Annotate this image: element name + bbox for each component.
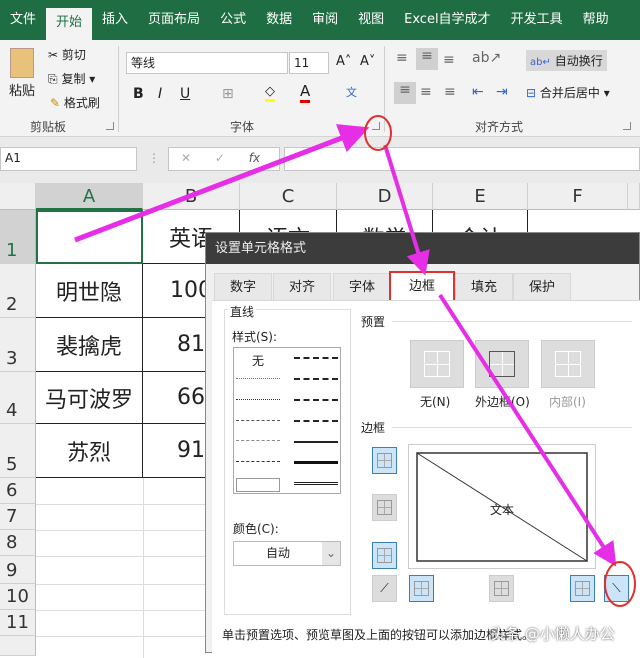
annotation-arrow bbox=[74, 124, 370, 243]
annotation-arrow bbox=[383, 144, 430, 276]
highlight-circle bbox=[364, 115, 392, 151]
annotation-arrow bbox=[438, 293, 617, 567]
annotation-overlay bbox=[74, 115, 636, 607]
highlight-circle bbox=[604, 561, 636, 607]
